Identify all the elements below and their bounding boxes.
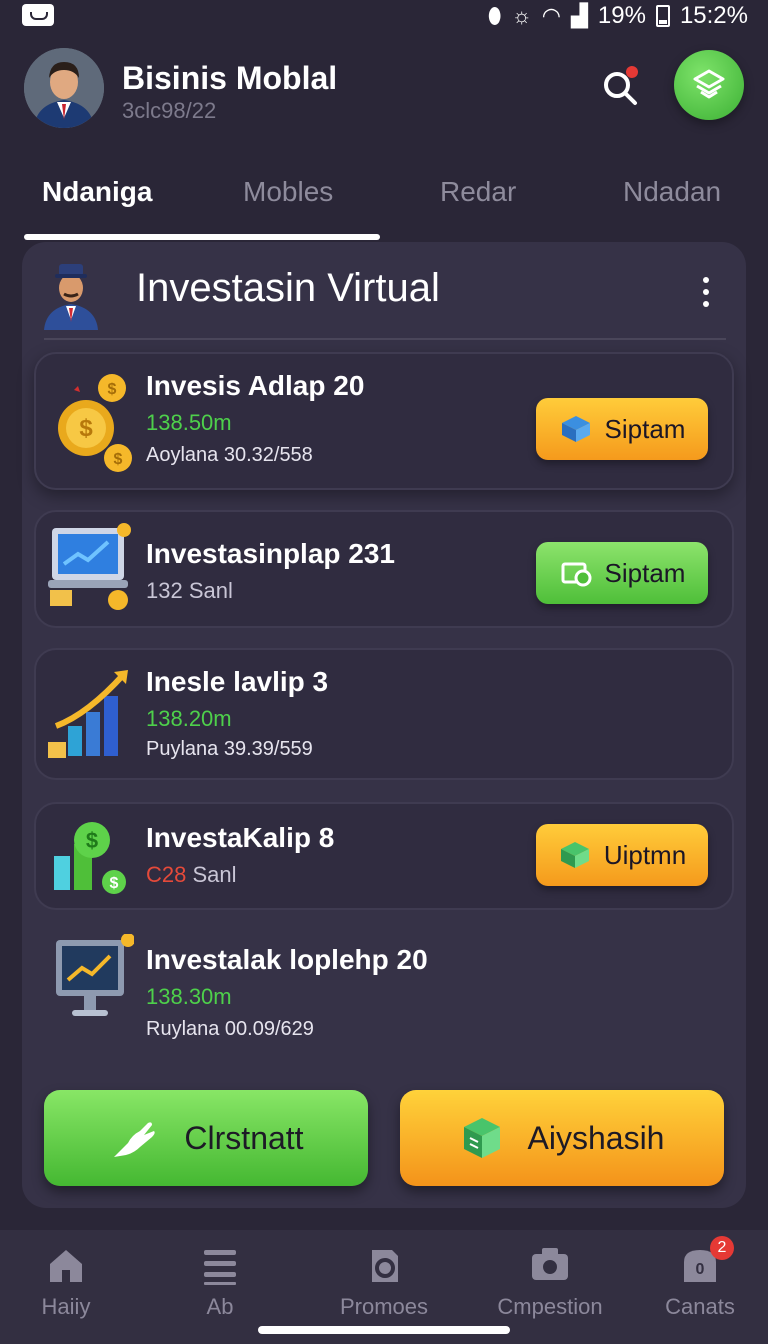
clrstnatt-label: Clrstnatt: [184, 1119, 304, 1156]
svg-text:$: $: [86, 828, 98, 853]
hand-icon: [114, 1122, 156, 1157]
promo-icon: [372, 1250, 398, 1282]
item-amount: C28 Sanl: [146, 862, 237, 888]
nav-item-canats[interactable]: 0 Canats 2: [640, 1236, 760, 1322]
siptam-button-label: Siptam: [604, 413, 686, 444]
item-amount-suffix: Sanl: [192, 862, 237, 887]
aiyshasih-label: Aiyshasih: [527, 1119, 665, 1156]
uiptmn-button[interactable]: Uiptmn: [536, 824, 708, 886]
list-icon: [204, 1250, 236, 1285]
uiptmn-button-label: Uiptmn: [603, 839, 687, 870]
app-title: Bisinis Moblal: [122, 60, 338, 96]
divider: [44, 338, 726, 340]
layers-button[interactable]: [674, 50, 744, 120]
app-header: Bisinis Moblal 3clc98/22: [0, 44, 768, 136]
nav-item-home[interactable]: Haiiy: [6, 1242, 126, 1322]
notification-badge: 2: [710, 1236, 734, 1260]
status-bar: ⬮ ☼ ◠ ▟ 19% 15:2%: [0, 0, 768, 32]
siptam-button[interactable]: Siptam: [536, 398, 708, 460]
nav-item-cmpestion[interactable]: Cmpestion: [490, 1242, 610, 1322]
app-subtitle: 3clc98/22: [122, 98, 217, 123]
more-dot-icon: [703, 277, 709, 283]
aiyshasih-button[interactable]: Aiyshasih: [400, 1090, 724, 1186]
laptop-chart-icon: [48, 522, 134, 612]
item-title: Invesis Adlap 20: [146, 370, 365, 401]
cube-icon: [560, 842, 589, 868]
box-icon: [561, 562, 592, 587]
svg-text:$: $: [110, 875, 119, 892]
box-icon: [463, 1118, 500, 1158]
avatar[interactable]: [24, 48, 104, 128]
item-detail: Aoylana 30.32/558: [146, 444, 313, 466]
more-options-button[interactable]: [692, 272, 720, 312]
nav-label: Cmpestion: [497, 1294, 603, 1319]
clock: 15:2%: [679, 2, 748, 29]
nav-label: Canats: [665, 1294, 735, 1319]
siptam-button[interactable]: Siptam: [536, 542, 708, 604]
item-title: Investasinplap 231: [146, 538, 396, 569]
cube-icon: [561, 416, 590, 442]
investment-item[interactable]: $ $ InvestaKalip 8 C28 Sanl Uiptmn: [34, 802, 734, 910]
item-detail: Ruylana 00.09/629: [146, 1018, 314, 1040]
signal-icon: ▟: [570, 3, 588, 28]
investment-item[interactable]: Investalak loplehp 20 138.30m Ruylana 00…: [34, 928, 734, 1056]
item-title: InvestaKalip 8: [146, 822, 335, 853]
investment-item[interactable]: Investasinplap 231 132 Sanl Siptam: [34, 510, 734, 628]
item-detail: Puylana 39.39/559: [146, 738, 313, 760]
wifi-icon: ◠: [541, 3, 561, 28]
status-indicators: ⬮ ☼ ◠ ▟ 19% 15:2%: [488, 2, 748, 30]
battery-percent: 19%: [597, 2, 646, 29]
item-amount: 138.30m: [146, 984, 232, 1009]
tab-mobles[interactable]: Mobles: [243, 176, 333, 208]
notification-dot: [626, 66, 638, 78]
tab-ndadan[interactable]: Ndadan: [623, 176, 721, 208]
svg-text:$: $: [108, 381, 117, 398]
layers-icon: [693, 69, 725, 99]
active-tab-indicator: [24, 234, 380, 240]
gold-coins-icon: $ $ $: [48, 372, 134, 472]
tab-bar: Ndaniga Mobles Redar Ndadan: [0, 168, 768, 244]
nav-label: Promoes: [339, 1294, 429, 1319]
growth-chart-icon: [48, 666, 134, 758]
more-dot-icon: [703, 301, 709, 307]
app-notification-icon: [22, 4, 54, 26]
clrstnatt-button[interactable]: Clrstnatt: [44, 1090, 368, 1186]
battery-icon: [655, 5, 670, 27]
home-icon: [50, 1250, 82, 1282]
shield-status-icon: ⬮: [487, 3, 502, 28]
camera-icon: [532, 1248, 568, 1280]
item-amount: 132 Sanl: [146, 578, 233, 603]
item-title: Investalak loplehp 20: [146, 944, 428, 975]
item-title: Inesle lavlip 3: [146, 666, 329, 697]
svg-text:$: $: [114, 451, 123, 468]
svg-text:$: $: [79, 415, 93, 442]
item-amount: 138.50m: [146, 410, 232, 435]
money-chart-icon: $ $: [48, 814, 134, 904]
siptam-button-label: Siptam: [604, 557, 686, 588]
item-amount-prefix: C28: [146, 862, 187, 887]
nav-item-promoes[interactable]: Promoes: [324, 1242, 444, 1322]
investment-item[interactable]: $ $ $ Invesis Adlap 20 138.50m Aoylana 3…: [34, 352, 734, 490]
home-indicator[interactable]: [258, 1326, 510, 1334]
more-dot-icon: [703, 289, 709, 295]
item-amount: 138.20m: [146, 706, 232, 731]
tab-redar[interactable]: Redar: [440, 176, 516, 208]
investment-item[interactable]: Inesle lavlip 3 138.20m Puylana 39.39/55…: [34, 648, 734, 780]
nav-label: Ab: [206, 1294, 234, 1319]
businessman-icon: [40, 258, 102, 330]
nav-item-list[interactable]: Ab: [160, 1242, 280, 1322]
card-title: Investasin Virtual: [136, 266, 440, 310]
brightness-icon: ☼: [511, 3, 532, 28]
tab-ndaniga[interactable]: Ndaniga: [42, 176, 152, 208]
monitor-chart-icon: [48, 933, 135, 1024]
nav-label: Haiiy: [41, 1294, 91, 1319]
svg-text:0: 0: [696, 1261, 705, 1278]
investment-card: Investasin Virtual $ $ $ Invesis Adlap 2…: [22, 242, 746, 1208]
